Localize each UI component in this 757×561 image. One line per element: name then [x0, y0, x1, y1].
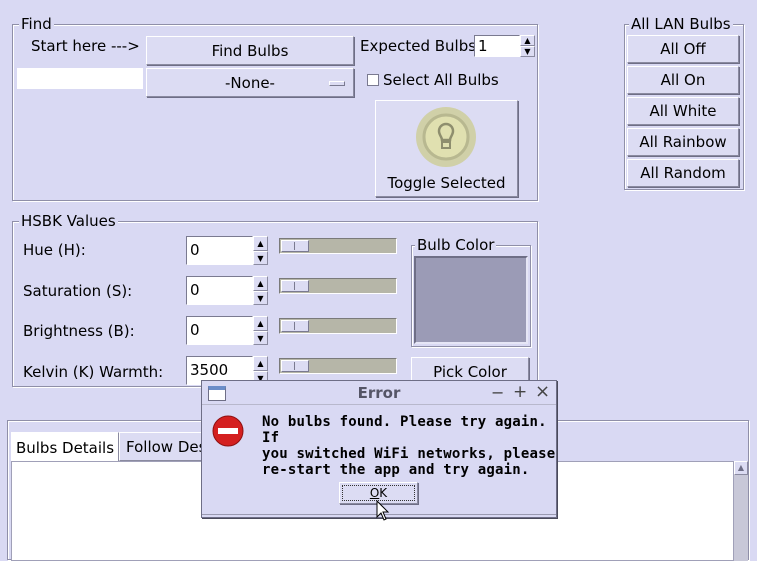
- select-all-checkbox[interactable]: [367, 74, 379, 86]
- dialog-titlebar[interactable]: Error − + ×: [202, 381, 556, 405]
- bulb-color-swatch: [414, 256, 528, 344]
- mouse-cursor-icon: [376, 500, 390, 521]
- hsbk-legend: HSBK Values: [19, 212, 118, 230]
- spin-up-icon[interactable]: ▲: [253, 236, 268, 251]
- lan-legend: All LAN Bulbs: [629, 15, 733, 33]
- dropdown-handle-icon: [329, 81, 345, 86]
- kelvin-slider[interactable]: [279, 358, 397, 374]
- bulb-select-dropdown[interactable]: -None-: [146, 68, 354, 97]
- brightness-slider[interactable]: [279, 318, 397, 334]
- find-bulbs-button[interactable]: Find Bulbs: [146, 36, 354, 65]
- error-dialog: Error − + × No bulbs found. Please try a…: [201, 380, 557, 518]
- ok-label: OK: [369, 486, 388, 500]
- select-all-label: Select All Bulbs: [383, 71, 499, 89]
- spin-down-icon[interactable]: ▼: [253, 250, 268, 265]
- expected-bulbs-label: Expected Bulbs: [360, 37, 477, 55]
- minimize-icon[interactable]: −: [491, 383, 504, 402]
- bulb-color-legend: Bulb Color: [415, 236, 497, 254]
- spin-down-icon[interactable]: ▼: [520, 46, 535, 57]
- spin-up-icon[interactable]: ▲: [253, 276, 268, 291]
- details-scrollbar[interactable]: ▲: [734, 461, 748, 561]
- saturation-spinner[interactable]: ▲ ▼: [253, 276, 268, 305]
- lan-group: All LAN Bulbs All Off All On All White A…: [624, 15, 744, 190]
- all-random-button[interactable]: All Random: [627, 159, 739, 187]
- all-off-button[interactable]: All Off: [627, 35, 739, 63]
- close-icon[interactable]: ×: [535, 381, 550, 402]
- error-message-line: No bulbs found. Please try again. If: [262, 414, 547, 446]
- saturation-input[interactable]: 0: [186, 276, 253, 305]
- spin-up-icon[interactable]: ▲: [253, 316, 268, 331]
- all-on-button[interactable]: All On: [627, 66, 739, 94]
- brightness-label: Brightness (B):: [23, 322, 135, 340]
- toggle-selected-button[interactable]: Toggle Selected: [375, 100, 518, 197]
- error-icon: [212, 415, 244, 447]
- slider-thumb[interactable]: [281, 240, 309, 252]
- error-message: No bulbs found. Please try again. If you…: [262, 414, 556, 478]
- kelvin-label: Kelvin (K) Warmth:: [23, 363, 164, 381]
- all-white-button[interactable]: All White: [627, 97, 739, 125]
- expected-bulbs-spinner[interactable]: ▲ ▼: [520, 35, 535, 57]
- hue-spinner[interactable]: ▲ ▼: [253, 236, 268, 265]
- scroll-up-icon[interactable]: ▲: [734, 461, 748, 475]
- find-legend: Find: [19, 15, 54, 33]
- slider-thumb[interactable]: [281, 320, 309, 332]
- saturation-slider[interactable]: [279, 278, 397, 294]
- hue-input[interactable]: 0: [186, 236, 253, 265]
- spin-up-icon[interactable]: ▲: [520, 35, 535, 46]
- saturation-label: Saturation (S):: [23, 282, 133, 300]
- slider-thumb[interactable]: [281, 280, 309, 292]
- brightness-input[interactable]: 0: [186, 316, 253, 345]
- spin-up-icon[interactable]: ▲: [253, 356, 268, 371]
- expected-bulbs-input[interactable]: 1: [474, 35, 520, 57]
- error-message-line: you switched WiFi networks, please: [262, 446, 556, 462]
- bulb-filter-input[interactable]: [17, 68, 143, 89]
- hue-label: Hue (H):: [23, 241, 86, 259]
- tab-follow-desktop[interactable]: Follow Des: [119, 432, 209, 461]
- toggle-selected-label: Toggle Selected: [387, 174, 506, 192]
- tab-bulbs-details[interactable]: Bulbs Details: [11, 432, 119, 462]
- lightbulb-icon: [416, 107, 476, 167]
- error-message-line: re-start the app and try again.: [262, 462, 530, 478]
- spin-down-icon[interactable]: ▼: [253, 290, 268, 305]
- all-rainbow-button[interactable]: All Rainbow: [627, 128, 739, 156]
- maximize-icon[interactable]: +: [513, 382, 527, 402]
- slider-thumb[interactable]: [281, 360, 309, 372]
- start-here-label: Start here --->: [31, 37, 140, 55]
- spin-down-icon[interactable]: ▼: [253, 330, 268, 345]
- hue-slider[interactable]: [279, 238, 397, 254]
- bulb-select-value: -None-: [225, 73, 275, 92]
- brightness-spinner[interactable]: ▲ ▼: [253, 316, 268, 345]
